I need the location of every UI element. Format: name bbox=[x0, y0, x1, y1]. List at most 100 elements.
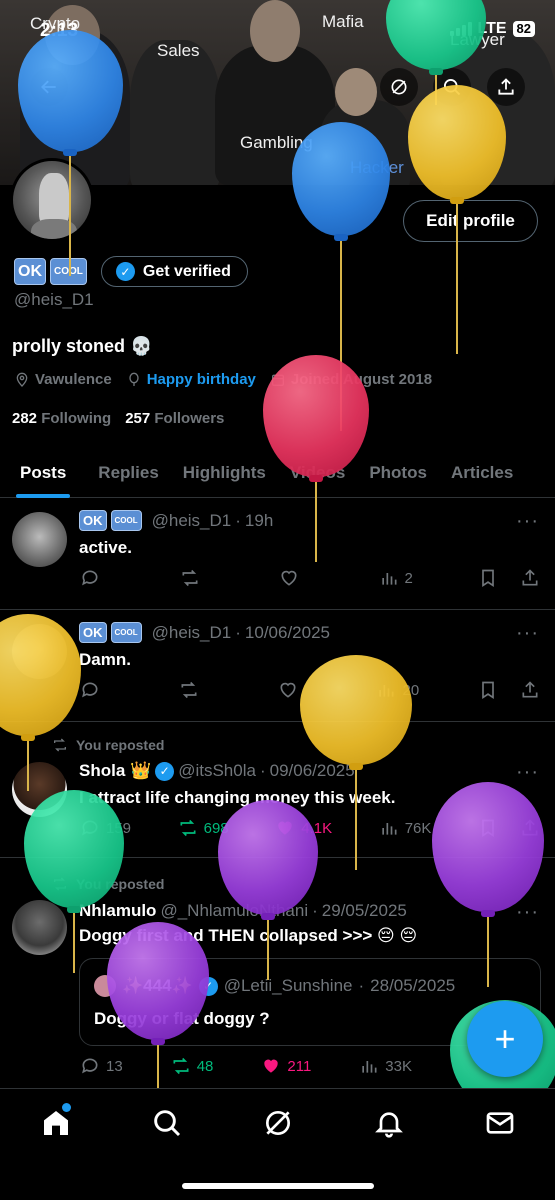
like-button[interactable]: 211 bbox=[261, 1056, 311, 1076]
search-icon[interactable] bbox=[151, 1107, 183, 1139]
views-button[interactable]: 20 bbox=[376, 680, 419, 700]
post-handle: @heis_D1 bbox=[151, 622, 232, 642]
post-handle: @heis_D1 bbox=[151, 510, 232, 530]
grok-icon[interactable] bbox=[262, 1107, 294, 1139]
like-button[interactable]: 4.1K bbox=[275, 818, 332, 838]
reply-button[interactable] bbox=[80, 568, 120, 588]
reply-icon bbox=[82, 1058, 98, 1074]
quote-handle: @Letii_Sunshine bbox=[223, 976, 353, 995]
search-button[interactable] bbox=[433, 68, 471, 106]
reply-button[interactable]: 13 bbox=[80, 1056, 123, 1076]
profile-tabs: Posts Replies Highlights Videos Photos A… bbox=[0, 448, 555, 498]
profile-bio: prolly stoned 💀 bbox=[12, 336, 153, 356]
post[interactable]: OK COOL @heis_D1 · 10/06/2025 ··· Damn. 2… bbox=[0, 610, 555, 722]
post-extra-actions bbox=[478, 680, 540, 700]
messages-icon[interactable] bbox=[484, 1107, 516, 1139]
following-link[interactable]: 282 Following bbox=[12, 410, 111, 427]
post-time: 09/06/2025 bbox=[269, 761, 355, 780]
heart-icon bbox=[281, 570, 297, 586]
follow-counts: 282 Following 257 Followers bbox=[12, 410, 224, 427]
post[interactable]: You reposted Shola 👑 ✓ @itsSh0la · 09/06/… bbox=[0, 722, 555, 858]
heart-icon bbox=[278, 821, 292, 835]
repost-count: 698 bbox=[203, 819, 229, 837]
reply-button[interactable]: 159 bbox=[80, 818, 131, 838]
bookmark-icon[interactable] bbox=[478, 680, 498, 700]
views-button[interactable]: 2 bbox=[379, 568, 419, 588]
views-count: 33K bbox=[385, 1057, 412, 1075]
post-avatar[interactable] bbox=[12, 512, 67, 567]
views-icon bbox=[381, 573, 396, 585]
verified-badge-icon: ✓ bbox=[155, 761, 175, 781]
edit-profile-button[interactable]: Edit profile bbox=[403, 200, 538, 242]
share-icon[interactable] bbox=[520, 818, 540, 838]
grok-button[interactable] bbox=[380, 68, 418, 106]
birthday-link[interactable]: Happy birthday bbox=[147, 371, 256, 388]
views-button[interactable]: 76K bbox=[379, 818, 432, 838]
share-button[interactable] bbox=[487, 68, 525, 106]
more-icon[interactable]: ··· bbox=[516, 901, 539, 924]
share-icon bbox=[498, 78, 514, 95]
more-icon[interactable]: ··· bbox=[516, 761, 539, 784]
tab-highlights[interactable]: Highlights bbox=[171, 448, 278, 497]
post-avatar[interactable] bbox=[12, 762, 67, 817]
post-avatar[interactable] bbox=[12, 900, 67, 955]
followers-link[interactable]: 257 Followers bbox=[125, 410, 224, 427]
cool-emoji: COOL bbox=[50, 258, 87, 285]
banner-word: Mafia bbox=[322, 12, 364, 31]
views-button[interactable]: 33K bbox=[359, 1056, 412, 1076]
quote-text: Doggy or flat doggy ? bbox=[94, 1009, 270, 1028]
like-button[interactable] bbox=[278, 680, 318, 700]
repost-icon bbox=[182, 569, 197, 587]
notifications-icon[interactable] bbox=[373, 1107, 405, 1139]
reply-icon bbox=[82, 820, 98, 836]
compose-button[interactable]: + bbox=[467, 1001, 543, 1077]
ok-emoji: OK bbox=[79, 510, 107, 531]
profile-handle: @heis_D1 bbox=[14, 290, 94, 309]
tab-photos[interactable]: Photos bbox=[357, 448, 439, 497]
birthday-item[interactable]: Happy birthday bbox=[126, 371, 256, 388]
tab-articles[interactable]: Articles bbox=[439, 448, 525, 497]
repost-button[interactable]: 48 bbox=[171, 1056, 213, 1076]
joined-item: Joined August 2018 bbox=[270, 371, 432, 388]
tab-posts[interactable]: Posts bbox=[0, 448, 86, 498]
post-avatar[interactable] bbox=[12, 624, 67, 679]
views-count: 76K bbox=[404, 819, 432, 837]
banner-figure bbox=[130, 40, 220, 185]
post-author: Shola 👑 bbox=[79, 761, 152, 780]
repost-label: You reposted bbox=[52, 737, 164, 753]
get-verified-button[interactable]: ✓ Get verified bbox=[100, 256, 248, 287]
quote-header: ✨444✨ ✓ @Letii_Sunshine · 28/05/2025 bbox=[94, 975, 455, 997]
balloon-icon bbox=[129, 372, 139, 386]
battery-icon: 82 bbox=[512, 21, 535, 37]
back-button[interactable] bbox=[30, 68, 68, 106]
cool-emoji: COOL bbox=[110, 622, 142, 643]
post-actions: 20 bbox=[80, 680, 540, 700]
views-icon bbox=[362, 1061, 377, 1073]
repost-button[interactable] bbox=[180, 568, 220, 588]
tab-replies[interactable]: Replies bbox=[86, 448, 170, 497]
views-icon bbox=[379, 685, 394, 697]
repost-button[interactable]: 698 bbox=[178, 818, 229, 838]
repost-button[interactable] bbox=[179, 680, 219, 700]
post-extra-actions bbox=[478, 818, 540, 838]
profile-avatar[interactable] bbox=[10, 158, 94, 242]
post[interactable]: OK COOL @heis_D1 · 19h ··· active. 2 bbox=[0, 498, 555, 610]
more-icon[interactable]: ··· bbox=[516, 510, 539, 533]
post-header: OK COOL @heis_D1 · 10/06/2025 bbox=[79, 622, 330, 643]
tab-videos[interactable]: Videos bbox=[278, 448, 357, 497]
post-header: Shola 👑 ✓ @itsSh0la · 09/06/2025 bbox=[79, 761, 355, 781]
location-icon bbox=[16, 372, 28, 387]
home-icon[interactable] bbox=[40, 1103, 72, 1139]
like-count: 4.1K bbox=[301, 819, 333, 837]
post-text: Doggy first and THEN collapsed >>> 😔 😔 bbox=[79, 926, 418, 945]
post-author: Nhlamulo bbox=[79, 901, 157, 920]
like-button[interactable] bbox=[279, 568, 319, 588]
reply-button[interactable] bbox=[80, 680, 120, 700]
back-icon bbox=[41, 80, 56, 94]
share-icon[interactable] bbox=[520, 568, 540, 588]
bookmark-icon[interactable] bbox=[478, 568, 498, 588]
more-icon[interactable]: ··· bbox=[516, 622, 539, 645]
bookmark-icon[interactable] bbox=[478, 818, 498, 838]
post-actions: 13 48 211 33K bbox=[80, 1056, 540, 1076]
share-icon[interactable] bbox=[520, 680, 540, 700]
